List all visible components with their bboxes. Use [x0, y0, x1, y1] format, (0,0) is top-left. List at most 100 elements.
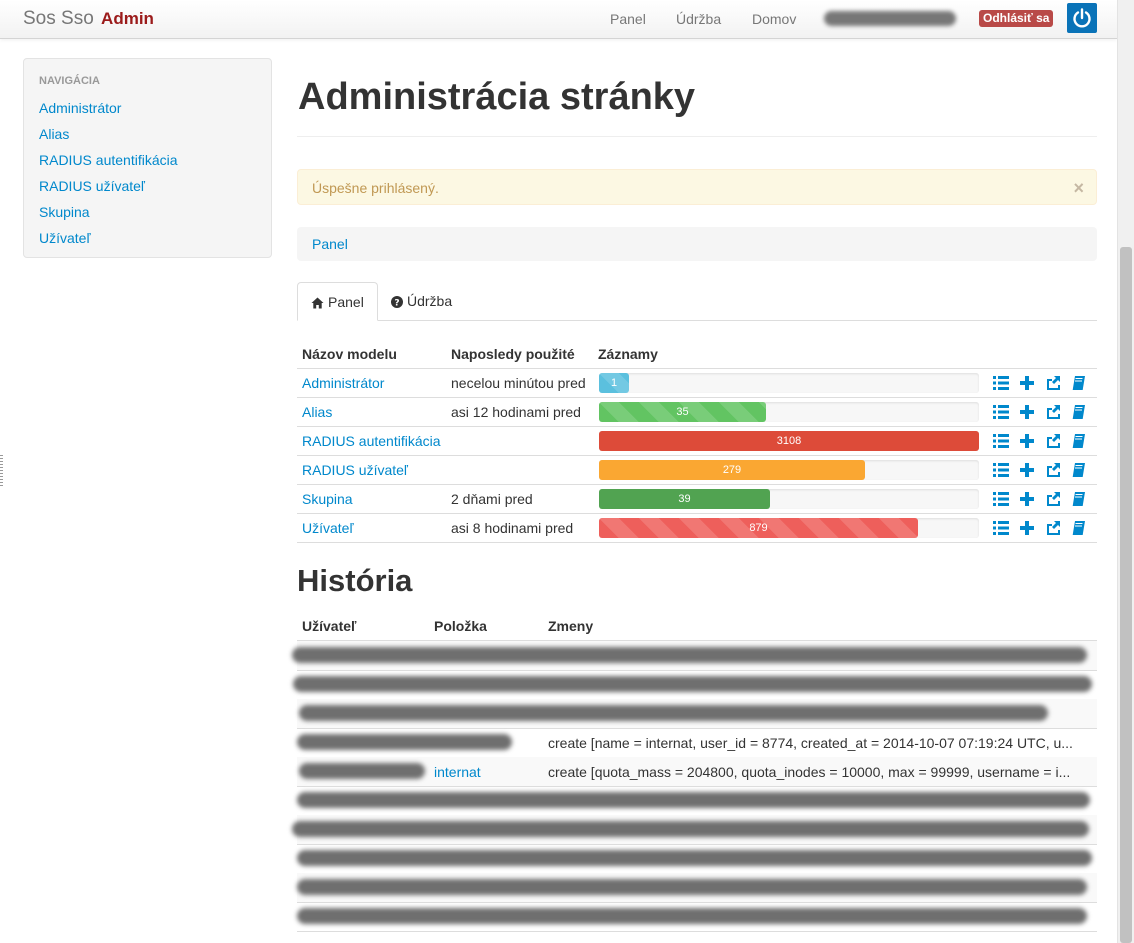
title-divider	[297, 136, 1097, 137]
model-name-link[interactable]: Administrátor	[302, 375, 384, 391]
brand-name: Sos Sso	[23, 8, 94, 29]
redacted-content	[293, 676, 1092, 692]
list-icon[interactable]	[993, 520, 1009, 536]
records-progress-bar: 39	[599, 489, 979, 509]
book-icon[interactable]	[1071, 375, 1087, 391]
share-icon[interactable]	[1045, 520, 1061, 536]
tab-bar: Panel ? Údržba	[297, 282, 1097, 321]
model-actions	[993, 375, 1089, 391]
history-item-link[interactable]: internat	[434, 764, 481, 780]
top-navbar: Sos Sso Admin Panel Údržba Domov Odhlási…	[0, 0, 1117, 39]
sidebar-item-skupina[interactable]: Skupina	[39, 204, 90, 220]
history-row	[297, 699, 1097, 728]
records-progress-bar: 279	[599, 460, 979, 480]
redacted-content	[297, 879, 1087, 895]
records-progress-fill: 1	[599, 373, 629, 393]
home-icon	[311, 296, 324, 312]
plus-icon[interactable]	[1019, 404, 1035, 420]
records-progress-fill: 879	[599, 518, 918, 538]
list-icon[interactable]	[993, 404, 1009, 420]
table-row-divider	[297, 542, 1097, 543]
model-name-link[interactable]: RADIUS autentifikácia	[302, 433, 441, 449]
history-row	[297, 844, 1097, 873]
sidebar-item-uzivatel[interactable]: Užívateľ	[39, 230, 91, 246]
redacted-content	[299, 763, 425, 779]
list-icon[interactable]	[993, 375, 1009, 391]
redacted-username	[824, 11, 956, 26]
plus-icon[interactable]	[1019, 375, 1035, 391]
model-last-used: necelou minútou pred	[451, 375, 586, 391]
redacted-content	[297, 850, 1092, 866]
share-icon[interactable]	[1045, 462, 1061, 478]
redacted-content	[297, 908, 1087, 924]
sidebar-nav: NAVIGÁCIA Administrátor Alias RADIUS aut…	[23, 58, 272, 258]
plus-icon[interactable]	[1019, 520, 1035, 536]
model-name-link[interactable]: Alias	[302, 404, 332, 420]
records-progress-fill: 39	[599, 489, 770, 509]
col-header-model: Názov modelu	[302, 346, 397, 362]
table-row-divider	[297, 455, 1097, 456]
nav-link-udrzba[interactable]: Údržba	[676, 11, 721, 27]
history-row	[297, 786, 1097, 815]
history-row	[297, 873, 1097, 902]
model-last-used: 2 dňami pred	[451, 491, 533, 507]
model-name-link[interactable]: Skupina	[302, 491, 353, 507]
model-name-link[interactable]: RADIUS užívateľ	[302, 462, 408, 478]
plus-icon[interactable]	[1019, 462, 1035, 478]
share-icon[interactable]	[1045, 433, 1061, 449]
tab-udrzba[interactable]: ? Údržba	[378, 282, 465, 320]
nav-link-domov[interactable]: Domov	[752, 11, 796, 27]
share-icon[interactable]	[1045, 404, 1061, 420]
edge-marks	[0, 455, 3, 487]
list-icon[interactable]	[993, 433, 1009, 449]
history-title: História	[297, 563, 413, 598]
model-actions	[993, 433, 1089, 449]
book-icon[interactable]	[1071, 520, 1087, 536]
history-row-divider	[297, 931, 1097, 932]
sidebar-item-administrator[interactable]: Administrátor	[39, 100, 121, 116]
book-icon[interactable]	[1071, 462, 1087, 478]
plus-icon[interactable]	[1019, 433, 1035, 449]
question-circle-icon: ?	[391, 295, 403, 311]
book-icon[interactable]	[1071, 433, 1087, 449]
history-row	[292, 815, 1097, 844]
power-button[interactable]	[1067, 3, 1097, 33]
model-last-used: asi 12 hodinami pred	[451, 404, 581, 420]
book-icon[interactable]	[1071, 491, 1087, 507]
history-row	[293, 670, 1097, 699]
history-row: create [name = internat, user_id = 8774,…	[297, 728, 1097, 757]
model-actions	[993, 491, 1089, 507]
model-actions	[993, 462, 1089, 478]
redacted-content	[297, 792, 1090, 808]
plus-icon[interactable]	[1019, 491, 1035, 507]
col-header-last-used: Naposledy použité	[451, 346, 575, 362]
share-icon[interactable]	[1045, 491, 1061, 507]
tab-panel[interactable]: Panel	[297, 282, 378, 321]
list-icon[interactable]	[993, 491, 1009, 507]
tab-panel-label: Panel	[328, 294, 364, 310]
col-header-records: Záznamy	[598, 346, 658, 362]
sidebar-item-radius-uzivatel[interactable]: RADIUS užívateľ	[39, 178, 145, 194]
model-actions	[993, 404, 1089, 420]
brand[interactable]: Sos Sso Admin	[23, 8, 154, 30]
page-scrollbar[interactable]	[1117, 0, 1134, 943]
alert-close-button[interactable]: ×	[1073, 178, 1084, 199]
history-row: internat create [quota_mass = 204800, quo…	[297, 757, 1097, 786]
table-row-divider	[297, 484, 1097, 485]
records-progress-bar: 3108	[599, 431, 979, 451]
records-progress-bar: 879	[599, 518, 979, 538]
breadcrumb-panel[interactable]: Panel	[312, 236, 348, 252]
model-name-link[interactable]: Užívateľ	[302, 520, 354, 536]
nav-link-panel[interactable]: Panel	[610, 11, 646, 27]
history-col-user: Užívateľ	[302, 618, 357, 634]
sidebar-item-alias[interactable]: Alias	[39, 126, 69, 142]
list-icon[interactable]	[993, 462, 1009, 478]
history-row	[297, 902, 1097, 931]
scrollbar-thumb[interactable]	[1120, 247, 1132, 943]
book-icon[interactable]	[1071, 404, 1087, 420]
sidebar-item-radius-autentifikacia[interactable]: RADIUS autentifikácia	[39, 152, 178, 168]
breadcrumb: Panel	[297, 227, 1097, 261]
logout-button[interactable]: Odhlásiť sa	[979, 10, 1054, 27]
history-row	[292, 641, 1097, 670]
share-icon[interactable]	[1045, 375, 1061, 391]
